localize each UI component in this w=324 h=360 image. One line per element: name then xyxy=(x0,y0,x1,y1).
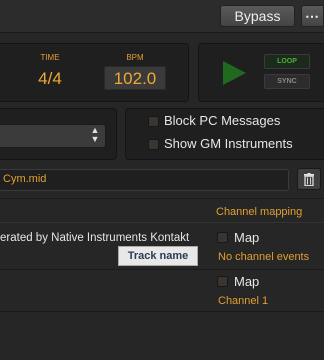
track-row-2-map-label: Map xyxy=(234,274,260,289)
playback-panel xyxy=(198,43,324,102)
loop-button[interactable]: LOOP xyxy=(264,54,310,69)
section-divider xyxy=(0,198,324,199)
channel-mapping-header: Channel mapping xyxy=(216,206,303,218)
delete-file-button[interactable] xyxy=(297,168,321,190)
row-divider xyxy=(0,269,324,270)
track-row-1-channel-status: No channel events xyxy=(218,251,310,263)
trash-icon xyxy=(304,172,314,186)
block-pc-messages-checkbox[interactable] xyxy=(148,116,159,127)
block-pc-messages-label: Block PC Messages xyxy=(164,113,281,128)
midi-file-name: Cym.mid xyxy=(3,173,47,185)
show-gm-instruments-checkbox[interactable] xyxy=(148,139,159,150)
show-gm-instruments-label: Show GM Instruments xyxy=(164,136,293,151)
chevron-up-down-icon: ▲ ▼ xyxy=(90,125,100,144)
sync-button[interactable]: SYNC xyxy=(264,74,310,89)
ellipsis-icon: ⋯ xyxy=(305,7,320,24)
bpm-label: BPM xyxy=(126,53,144,62)
track-name-tooltip: Track name xyxy=(118,246,198,266)
play-icon[interactable] xyxy=(221,60,247,86)
time-signature-value[interactable]: 4/4 xyxy=(25,69,75,89)
row-divider xyxy=(0,311,324,312)
track-row-1-name: erated by Native Instruments Kontakt xyxy=(0,232,190,244)
row-divider xyxy=(0,222,324,223)
track-row-2-channel-status: Channel 1 xyxy=(218,295,269,307)
more-options-button[interactable]: ⋯ xyxy=(301,5,324,27)
track-row-1-map-label: Map xyxy=(234,230,260,245)
bpm-value[interactable]: 102.0 xyxy=(104,69,166,89)
track-row-1-map-checkbox[interactable] xyxy=(217,232,228,243)
time-label: TIME xyxy=(40,53,60,62)
bypass-button[interactable]: Bypass xyxy=(220,5,295,27)
track-row-2-map-checkbox[interactable] xyxy=(217,276,228,287)
